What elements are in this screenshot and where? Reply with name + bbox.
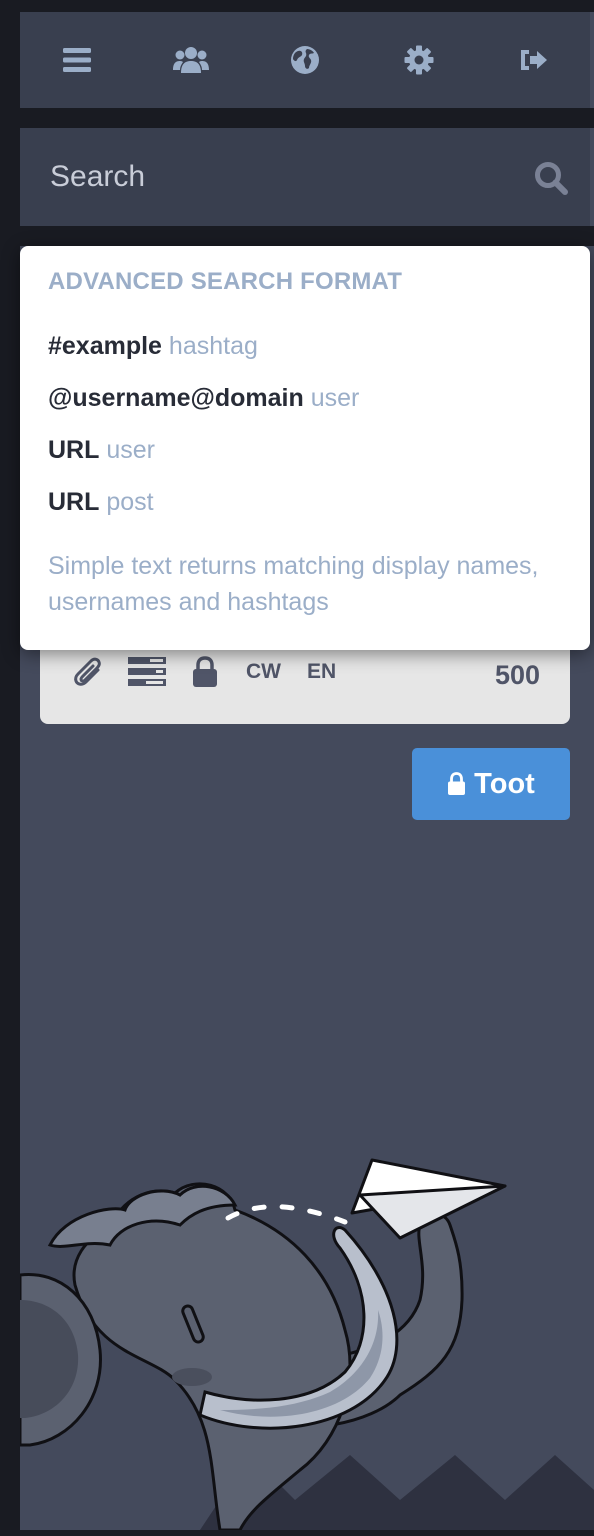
column-gap: [20, 0, 594, 12]
nav-getting-started-button[interactable]: [20, 12, 134, 108]
lock-icon: [448, 772, 466, 795]
gear-icon: [404, 45, 434, 75]
content-warning-button[interactable]: CW: [246, 660, 281, 684]
nav-preferences-button[interactable]: [362, 12, 476, 108]
toot-button[interactable]: Toot: [412, 748, 570, 820]
nav-local-timeline-button[interactable]: [134, 12, 248, 108]
nav-federated-timeline-button[interactable]: [248, 12, 362, 108]
upload-button[interactable]: [72, 656, 106, 695]
popover-title: ADVANCED SEARCH FORMAT: [48, 268, 403, 295]
mastodon-elephant-illustration: [20, 1158, 594, 1530]
format-term: #example: [48, 332, 162, 360]
search-format-row: URL post: [48, 488, 154, 517]
format-kind: post: [106, 488, 154, 516]
poll-button[interactable]: [128, 657, 166, 692]
poll-icon: [128, 657, 166, 686]
language-button[interactable]: EN: [307, 660, 336, 684]
format-term: @username@domain: [48, 384, 304, 412]
search-format-row: URL user: [48, 436, 155, 465]
format-kind: user: [310, 384, 360, 412]
search-icon[interactable]: [534, 161, 568, 195]
column-gap: [20, 226, 594, 246]
compose-navbar: [20, 12, 590, 108]
globe-icon: [291, 46, 319, 74]
sign-out-icon: [521, 50, 547, 70]
nav-logout-button[interactable]: [476, 12, 590, 108]
format-kind: user: [106, 436, 155, 464]
bars-icon: [63, 48, 91, 72]
page-border: [0, 1530, 594, 1536]
search-format-row: @username@domain user: [48, 384, 359, 413]
compose-column: CW EN 500 Toot: [20, 0, 594, 1530]
paperclip-icon: [74, 657, 101, 686]
search-input[interactable]: [20, 128, 520, 226]
search-hint: Simple text returns matching display nam…: [48, 552, 539, 616]
character-counter: 500: [494, 660, 540, 690]
search-bar: [20, 128, 590, 226]
toot-button-label: Toot: [474, 767, 535, 800]
users-icon: [173, 47, 209, 73]
format-term: URL: [48, 488, 100, 516]
format-kind: hashtag: [168, 332, 258, 360]
column-gap: [20, 108, 594, 128]
format-term: URL: [48, 436, 100, 464]
privacy-button[interactable]: [192, 656, 218, 693]
advanced-search-popover: ADVANCED SEARCH FORMAT #example hashtag …: [20, 246, 590, 650]
search-format-row: #example hashtag: [48, 332, 258, 361]
lock-icon: [193, 656, 217, 687]
